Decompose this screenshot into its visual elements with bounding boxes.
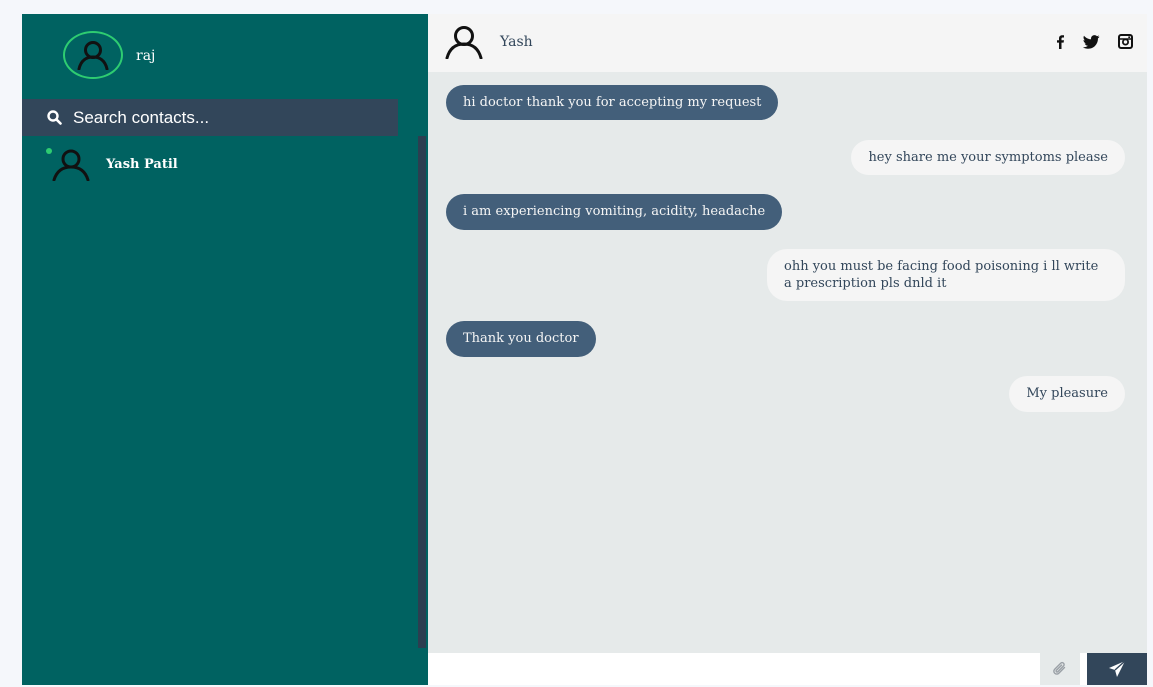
instagram-icon[interactable]	[1118, 34, 1133, 49]
message-replied: hey share me your symptoms please	[851, 140, 1125, 175]
search-icon	[47, 110, 62, 125]
contact-item[interactable]: Yash Patil	[22, 144, 412, 189]
message-sent: hi doctor thank you for accepting my req…	[446, 85, 779, 120]
paper-plane-icon	[1109, 660, 1126, 677]
profile-avatar[interactable]	[63, 31, 123, 79]
chat-header: Yash	[428, 14, 1147, 72]
contact-name: Yash Patil	[106, 157, 178, 172]
social-links	[1055, 34, 1133, 49]
message-input[interactable]	[428, 653, 1032, 687]
user-icon	[445, 26, 483, 60]
twitter-icon[interactable]	[1083, 34, 1100, 49]
message-composer	[428, 653, 1147, 687]
message-sent: i am experiencing vomiting, acidity, hea…	[446, 194, 783, 230]
facebook-icon[interactable]	[1055, 34, 1065, 49]
user-icon	[77, 41, 109, 70]
contact-avatar	[50, 149, 92, 185]
chat-panel: Yash hi doctor thank you for accepting m…	[428, 14, 1147, 687]
chat-contact-name: Yash	[500, 34, 533, 50]
user-profile[interactable]: raj	[22, 14, 428, 99]
contact-header-avatar	[443, 25, 485, 63]
message-list: hi doctor thank you for accepting my req…	[428, 72, 1147, 653]
search-input[interactable]	[71, 101, 375, 134]
chat-app: raj Yash Patil	[22, 14, 1147, 687]
user-icon	[52, 149, 90, 182]
paperclip-icon	[1053, 661, 1066, 675]
sidebar: raj Yash Patil	[22, 14, 428, 685]
message-replied: My pleasure	[1009, 376, 1125, 412]
send-button[interactable]	[1087, 653, 1147, 685]
search-bar	[22, 99, 398, 136]
sidebar-scrollbar[interactable]	[418, 136, 426, 648]
message-sent: Thank you doctor	[446, 321, 596, 357]
attach-button[interactable]	[1040, 653, 1080, 685]
profile-name: raj	[136, 48, 156, 64]
message-replied: ohh you must be facing food poisoning i …	[767, 249, 1125, 301]
